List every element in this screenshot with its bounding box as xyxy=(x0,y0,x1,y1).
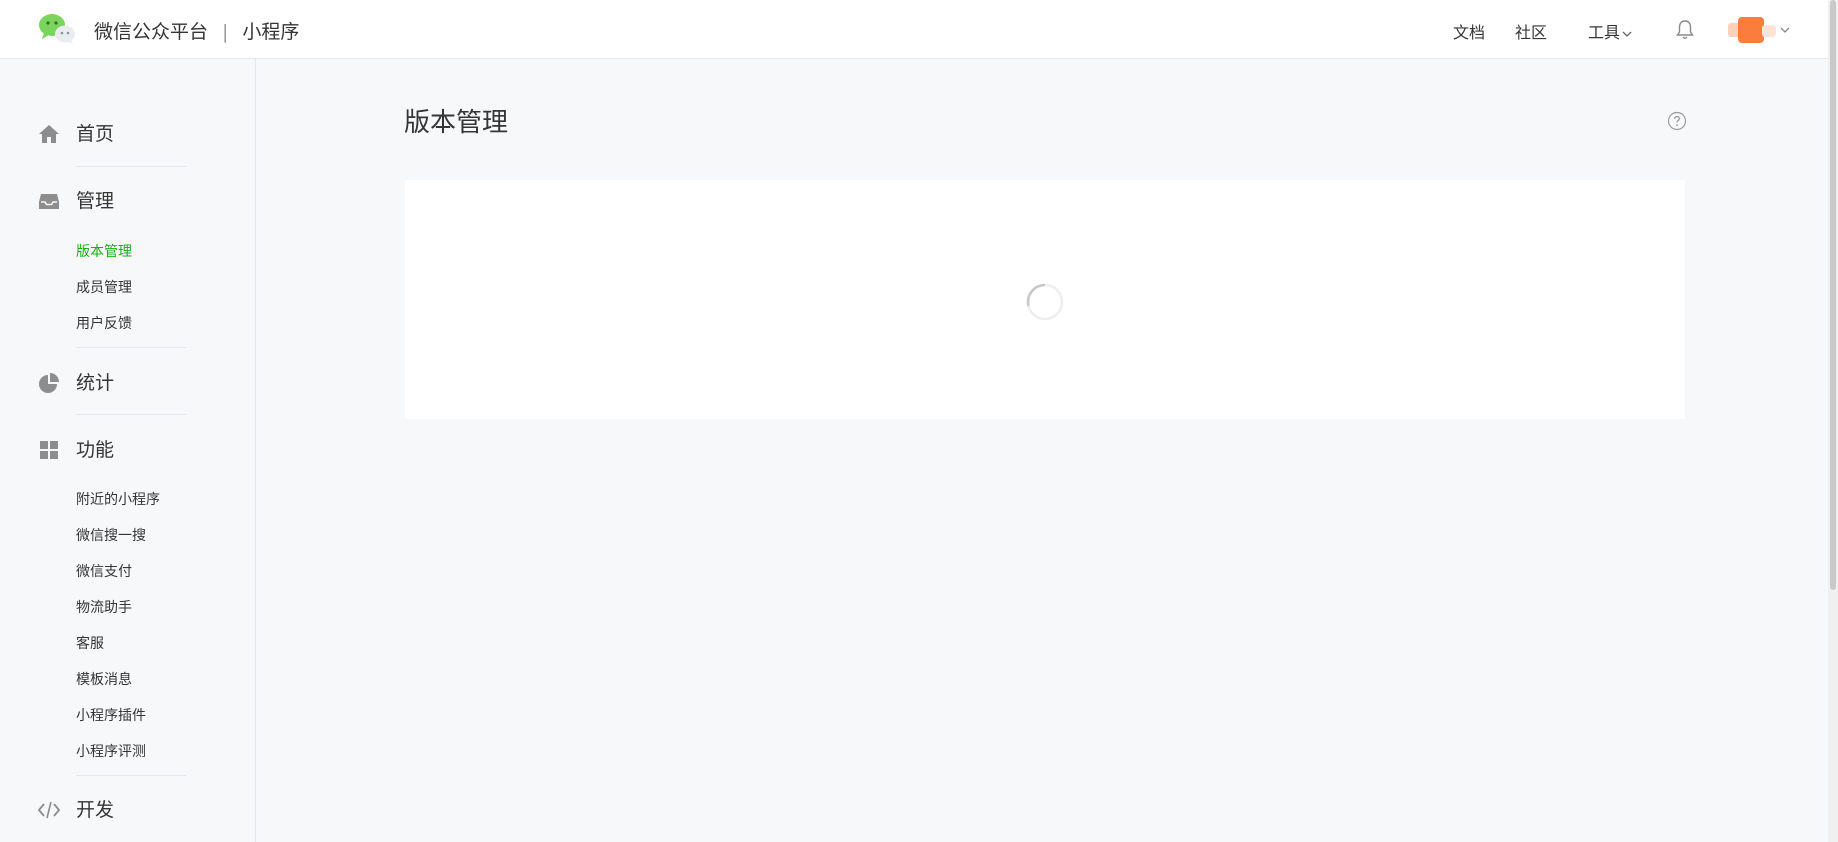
sidebar-item-label: 首页 xyxy=(76,123,115,145)
page-title: 版本管理 xyxy=(404,108,509,138)
nav-tools-label: 工具 xyxy=(1588,23,1621,42)
brand-separator: | xyxy=(222,21,229,43)
sidebar-item-features[interactable]: 功能 xyxy=(38,438,114,462)
bell-icon[interactable] xyxy=(1675,19,1695,41)
sidebar-item-wechat-search[interactable]: 微信搜一搜 xyxy=(76,525,146,545)
sidebar-item-member-management[interactable]: 成员管理 xyxy=(76,277,132,297)
help-icon[interactable] xyxy=(1667,111,1687,131)
nav-docs-link[interactable]: 文档 xyxy=(1453,19,1485,43)
avatar-part xyxy=(1762,25,1776,37)
sidebar-item-version-management[interactable]: 版本管理 xyxy=(76,241,132,261)
sidebar-item-miniprogram-review[interactable]: 小程序评测 xyxy=(76,741,146,761)
sidebar-item-label: 管理 xyxy=(76,190,115,212)
scrollbar[interactable] xyxy=(1828,0,1838,842)
sidebar-item-user-feedback[interactable]: 用户反馈 xyxy=(76,313,132,333)
home-icon xyxy=(39,125,59,143)
divider xyxy=(76,347,186,348)
sidebar-item-nearby-miniprogram[interactable]: 附近的小程序 xyxy=(76,489,160,509)
sidebar-item-home[interactable]: 首页 xyxy=(38,122,114,146)
brand-sub: 小程序 xyxy=(242,21,300,43)
wechat-logo-icon[interactable] xyxy=(38,13,76,45)
code-icon xyxy=(38,801,60,819)
sidebar-item-logistics-assistant[interactable]: 物流助手 xyxy=(76,597,132,617)
sidebar-item-label: 开发 xyxy=(76,799,115,821)
chevron-down-icon[interactable] xyxy=(1779,24,1791,36)
avatar-part xyxy=(1738,17,1764,43)
sidebar-item-wechat-pay[interactable]: 微信支付 xyxy=(76,561,132,581)
divider xyxy=(76,166,186,167)
avatar[interactable] xyxy=(1728,15,1778,45)
sidebar-item-miniprogram-plugins[interactable]: 小程序插件 xyxy=(76,705,146,725)
divider xyxy=(76,775,186,776)
sidebar-item-customer-service[interactable]: 客服 xyxy=(76,633,104,653)
top-bar: 微信公众平台 | 小程序 文档 社区 工具 xyxy=(0,0,1838,59)
pie-chart-icon xyxy=(39,373,59,393)
sidebar-item-template-messages[interactable]: 模板消息 xyxy=(76,669,132,689)
brand-title[interactable]: 微信公众平台 | 小程序 xyxy=(94,17,299,44)
sidebar-item-stats[interactable]: 统计 xyxy=(38,371,114,395)
nav-tools-dropdown[interactable]: 工具 xyxy=(1588,19,1632,43)
sidebar-item-develop[interactable]: 开发 xyxy=(38,798,114,822)
sidebar: 首页 管理 版本管理 成员管理 用户反馈 统计 功能 附近的小程序 微信搜一搜 … xyxy=(0,59,256,842)
sidebar-item-label: 功能 xyxy=(76,439,115,461)
divider xyxy=(76,414,186,415)
scrollbar-thumb[interactable] xyxy=(1830,0,1836,590)
sidebar-item-label: 统计 xyxy=(76,372,115,394)
inbox-icon xyxy=(39,194,59,209)
loading-spinner-icon xyxy=(1026,283,1064,321)
nav-community-link[interactable]: 社区 xyxy=(1515,19,1547,43)
grid-icon xyxy=(40,441,58,459)
chevron-down-icon xyxy=(1622,31,1632,37)
sidebar-item-manage[interactable]: 管理 xyxy=(38,189,114,213)
brand-main: 微信公众平台 xyxy=(94,21,209,43)
